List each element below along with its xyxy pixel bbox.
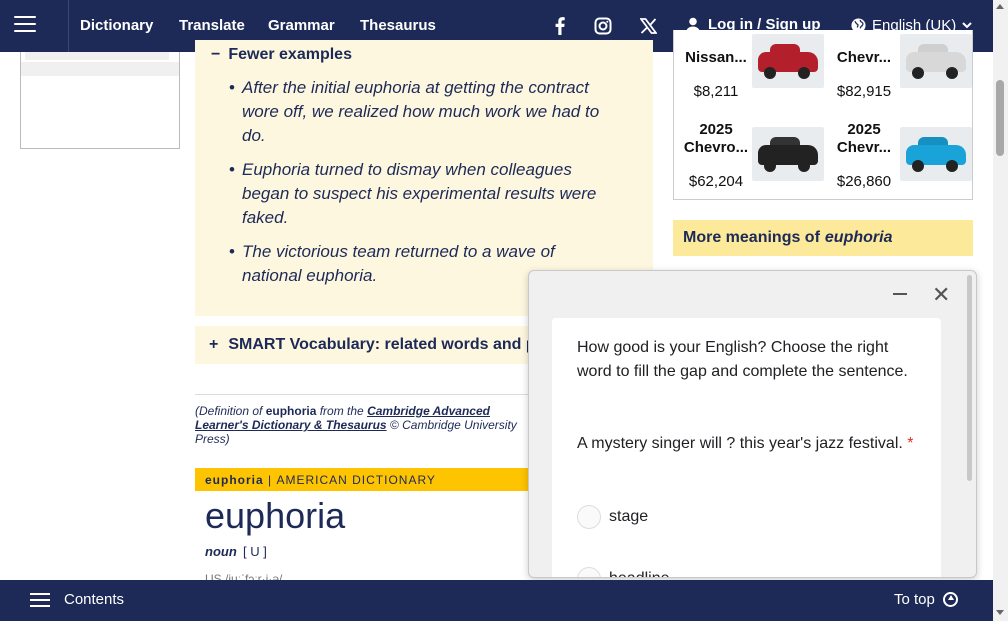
required-mark: * [907,435,914,452]
car-wheel [764,160,776,172]
close-icon[interactable]: ✕ [932,284,950,306]
car-ad-year: 2025 [847,121,881,138]
english-quiz-popup: ✕ How good is your English? Choose the r… [528,270,977,578]
example-sentence: After the initial euphoria at getting th… [229,76,609,148]
headword: euphoria [205,495,346,536]
arrow-up-circle-icon [942,592,958,607]
bottom-bar: Contents To top [0,580,993,621]
american-dictionary-label: euphoria | AMERICAN DICTIONARY [195,468,535,491]
quiz-question: A mystery singer will ? this year's jazz… [577,432,922,456]
car-wheel [946,67,958,79]
quiz-intro: How good is your English? Choose the rig… [577,339,908,380]
american-label-word: euphoria [205,472,264,487]
car-ad[interactable]: Nissan... $8,211 [676,30,824,110]
car-ad-model: Chevro... [683,139,749,156]
minimize-icon[interactable] [893,293,907,295]
nav-thesaurus[interactable]: Thesaurus [360,17,436,34]
scroll-up-arrow-icon[interactable] [996,4,1004,9]
quiz-option-label: stage [609,508,649,525]
facebook-icon[interactable] [549,15,571,37]
car-wheel [912,160,924,172]
car-ad-price: $62,204 [688,173,744,190]
quiz-option-label: headline [609,570,670,577]
radio-button[interactable] [577,505,601,529]
radio-button[interactable] [577,567,601,577]
nav-grammar[interactable]: Grammar [268,17,335,34]
car-ad-model: Nissan... [685,49,747,66]
car-ad-model: Chevr... [836,49,892,66]
american-label-dict: AMERICAN DICTIONARY [276,472,436,487]
contents-menu-icon[interactable] [30,593,50,609]
left-panel-band [21,62,179,76]
more-meanings-link[interactable]: More meanings of euphoria [673,220,973,256]
definition-citation: (Definition of euphoria from the Cambrid… [195,404,535,446]
nav-dictionary[interactable]: Dictionary [80,17,153,34]
popup-scrollbar[interactable] [967,275,972,481]
quiz-question-text: A mystery singer will ? this year's jazz… [577,435,903,452]
car-ad[interactable]: 2025 Chevro... $62,204 [676,120,824,200]
x-twitter-icon[interactable] [637,15,659,37]
car-wheel [764,67,776,79]
car-wheel [912,67,924,79]
car-image [900,34,972,88]
car-ad-price: $8,211 [693,83,739,100]
car-ad[interactable]: Chevr... $82,915 [824,30,972,110]
examples-list: After the initial euphoria at getting th… [229,76,609,298]
quiz-card: How good is your English? Choose the rig… [552,318,941,577]
citation-prefix: (Definition of [195,404,266,418]
citation-word: euphoria [265,404,317,418]
to-top-link[interactable]: To top [894,591,958,608]
menu-icon[interactable] [14,16,36,34]
part-of-speech: noun [205,544,237,559]
car-wheel [798,160,810,172]
nav-translate[interactable]: Translate [179,17,245,34]
more-meanings-prefix: More meanings of [683,229,820,246]
to-top-label: To top [894,591,935,608]
left-sidebar-panel [20,52,180,149]
more-meanings-word: euphoria [824,229,893,246]
car-wheel [798,67,810,79]
car-image [900,127,972,181]
fewer-examples-label: Fewer examples [228,46,352,63]
fewer-examples-toggle[interactable]: − Fewer examples [211,46,352,64]
car-image [752,127,824,181]
scroll-down-arrow-icon[interactable] [996,610,1004,615]
car-ad-price: $26,860 [836,173,892,190]
citation-middle: from the [316,404,368,418]
minus-icon: − [211,46,221,63]
page-scrollbar[interactable] [993,0,1008,621]
plus-icon: + [209,336,219,353]
quiz-option[interactable]: stage [577,505,648,529]
car-wheel [946,160,958,172]
car-ad[interactable]: 2025 Chevr... $26,860 [824,120,972,200]
left-panel-strip [25,52,169,60]
contents-link[interactable]: Contents [64,591,124,608]
car-ad-model: Chevr... [836,139,892,156]
grammar-code: [ U ] [243,544,267,559]
car-ad-price: $82,915 [836,83,892,100]
instagram-icon[interactable] [592,15,614,37]
nav-divider [68,0,69,52]
car-ads-panel: Nissan... $8,211 Chevr... $82,915 2025 C… [673,30,973,200]
car-image [752,34,824,88]
chevron-down-icon [962,22,972,29]
scrollbar-thumb[interactable] [996,80,1004,156]
example-sentence: Euphoria turned to dismay when colleague… [229,158,609,230]
quiz-option[interactable]: headline [577,567,670,577]
car-ad-year: 2025 [699,121,733,138]
